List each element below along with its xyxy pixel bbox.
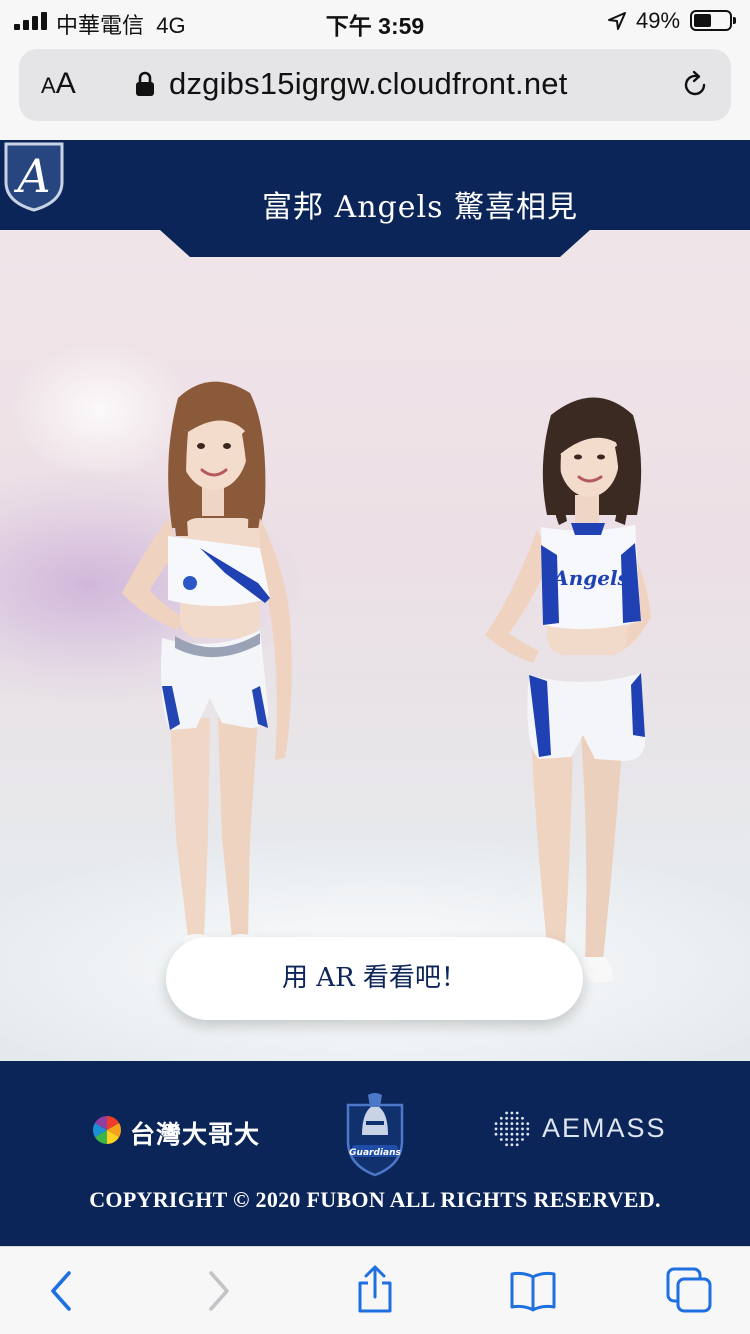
bookmarks-icon[interactable] — [508, 1269, 558, 1313]
battery-icon — [690, 10, 736, 31]
guardians-knight-logo-icon[interactable]: Guardians — [342, 1091, 408, 1177]
copyright-text: COPYRIGHT © 2020 FUBON ALL RIGHTS RESERV… — [89, 1187, 661, 1212]
location-arrow-icon — [608, 12, 626, 30]
cheerleader-figure-right: Angels — [455, 385, 675, 985]
aemass-name: AEMASS — [542, 1113, 667, 1143]
back-icon[interactable] — [40, 1269, 84, 1313]
brand-header: A 富邦 Angels 驚喜相見 — [0, 140, 750, 265]
svg-text:Guardians: Guardians — [349, 1148, 401, 1158]
browser-address-area: AA dzgibs15igrgw.cloudfront.net — [0, 42, 750, 140]
url-text[interactable]: dzgibs15igrgw.cloudfront.net — [169, 66, 568, 102]
svg-text:A: A — [13, 149, 50, 203]
address-bar[interactable]: AA dzgibs15igrgw.cloudfront.net — [19, 49, 731, 121]
text-size-button[interactable]: AA — [41, 67, 76, 101]
lock-icon — [136, 71, 154, 96]
view-in-ar-button[interactable]: 用 AR 看看吧！ — [166, 937, 583, 1020]
ar-preview-scene: Angels — [0, 140, 750, 1061]
share-icon[interactable] — [352, 1265, 398, 1315]
footer: 台灣大哥大 Guardians AEMASS COPYRIGHT © 2020 … — [0, 1061, 750, 1246]
battery-percent: 49% — [636, 8, 681, 33]
angels-shield-logo-icon: A — [4, 142, 64, 212]
reload-icon[interactable] — [679, 69, 711, 101]
tabs-icon[interactable] — [664, 1265, 714, 1315]
taiwan-mobile-name: 台灣大哥大 — [130, 1121, 261, 1149]
svg-text:Angels: Angels — [551, 566, 629, 590]
browser-toolbar — [0, 1246, 750, 1334]
aemass-logo-icon — [494, 1111, 530, 1147]
status-bar: 中華電信 4G 下午 3:59 49% — [0, 0, 750, 42]
cheerleader-figure-left — [100, 368, 320, 948]
taiwan-mobile-logo-icon — [93, 1116, 121, 1144]
forward-icon[interactable] — [196, 1269, 240, 1313]
page-title: 富邦 Angels 驚喜相見 — [262, 190, 579, 225]
